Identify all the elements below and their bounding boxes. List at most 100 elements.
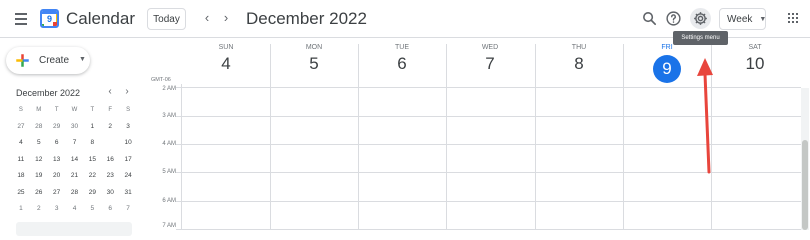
mini-day[interactable]: 20 <box>48 168 66 185</box>
main-menu-icon[interactable] <box>11 9 31 29</box>
mini-day[interactable]: 27 <box>12 119 30 136</box>
time-label: 6 AM <box>162 198 176 204</box>
mini-calendar-week: 11 12 13 14 15 16 17 <box>12 152 137 169</box>
mini-day[interactable]: 23 <box>101 168 119 185</box>
mini-day[interactable]: 5 <box>83 201 101 218</box>
mini-calendar-week: 25 26 27 28 29 30 31 <box>12 185 137 202</box>
mini-day[interactable]: 4 <box>12 135 30 152</box>
mini-day[interactable]: 2 <box>101 119 119 136</box>
mini-day[interactable]: 30 <box>66 119 84 136</box>
day-header-fri[interactable]: FRI <box>623 44 711 51</box>
mini-day[interactable]: 18 <box>12 168 30 185</box>
day-number: 5 <box>309 54 319 73</box>
day-dow: FRI <box>661 44 673 51</box>
mini-day[interactable]: 6 <box>101 201 119 218</box>
mini-day[interactable]: 28 <box>66 185 84 202</box>
mini-day[interactable]: 3 <box>48 201 66 218</box>
mini-day[interactable]: 14 <box>66 152 84 169</box>
mini-day[interactable]: 16 <box>101 152 119 169</box>
chevron-right-icon[interactable]: › <box>219 10 233 25</box>
search-people-field[interactable] <box>16 222 132 236</box>
mini-day[interactable]: 12 <box>30 152 48 169</box>
dow-label: S <box>18 107 23 113</box>
day-dow: SAT <box>748 44 762 51</box>
chevron-left-icon[interactable]: ‹ <box>105 86 115 97</box>
timezone-label: GMT-06 <box>151 77 171 83</box>
chevron-left-icon[interactable]: ‹ <box>200 10 214 25</box>
mini-day[interactable]: 7 <box>66 135 84 152</box>
caret-down-icon: ▼ <box>79 56 86 63</box>
mini-day[interactable]: 24 <box>119 168 137 185</box>
current-period: December 2022 <box>246 9 367 28</box>
plus-icon <box>16 54 29 67</box>
dow-label: W <box>71 107 78 113</box>
settings-icon <box>694 12 707 25</box>
day-header-mon[interactable]: MON 5 <box>270 44 358 74</box>
mini-day[interactable]: 6 <box>48 135 66 152</box>
mini-calendar: S M T W T F S 27 28 29 30 1 2 3 4 5 6 7 … <box>12 102 137 218</box>
mini-day[interactable]: 21 <box>66 168 84 185</box>
mini-day[interactable]: 1 <box>83 119 101 136</box>
mini-calendar-week: 4 5 6 7 8 9 10 <box>12 135 137 152</box>
day-number: 4 <box>221 54 231 73</box>
mini-day[interactable]: 30 <box>101 185 119 202</box>
day-dow: MON <box>305 44 323 51</box>
help-icon[interactable] <box>665 10 682 27</box>
mini-day[interactable]: 19 <box>30 168 48 185</box>
chevron-right-icon[interactable]: › <box>122 86 132 97</box>
mini-day[interactable]: 29 <box>48 119 66 136</box>
caret-down-icon: ▼ <box>759 15 767 23</box>
day-header-sat[interactable]: SAT 10 <box>711 44 799 74</box>
mini-day-today[interactable]: 9 <box>101 135 119 152</box>
mini-day[interactable]: 10 <box>119 135 137 152</box>
create-button[interactable]: Create ▼ <box>6 47 90 74</box>
time-label: 7 AM <box>162 223 176 229</box>
mini-day[interactable]: 3 <box>119 119 137 136</box>
apps-grid-icon[interactable] <box>788 13 798 23</box>
dow-label: F <box>108 107 113 113</box>
mini-day[interactable]: 8 <box>83 135 101 152</box>
mini-day[interactable]: 5 <box>30 135 48 152</box>
mini-day[interactable]: 27 <box>48 185 66 202</box>
settings-button[interactable] <box>690 8 711 29</box>
mini-day[interactable]: 26 <box>30 185 48 202</box>
calendar-logo[interactable]: 9 <box>40 9 59 28</box>
day-number: 6 <box>397 54 407 73</box>
mini-day[interactable]: 7 <box>119 201 137 218</box>
day-header-sun[interactable]: SUN 4 <box>182 44 270 74</box>
create-label: Create <box>39 55 70 66</box>
day-header-wed[interactable]: WED 7 <box>446 44 534 74</box>
settings-tooltip: Settings menu <box>673 31 728 45</box>
dow-label: M <box>36 107 42 113</box>
mini-day[interactable]: 31 <box>119 185 137 202</box>
mini-day[interactable]: 17 <box>119 152 137 169</box>
mini-day[interactable]: 2 <box>30 201 48 218</box>
mini-day[interactable]: 15 <box>83 152 101 169</box>
day-header-thu[interactable]: THU 8 <box>535 44 623 74</box>
mini-calendar-dow-row: S M T W T F S <box>12 102 137 119</box>
day-dow: SUN <box>218 44 234 51</box>
day-dow: THU <box>571 44 587 51</box>
search-icon[interactable] <box>641 10 658 27</box>
view-select-label: Week <box>727 13 753 25</box>
today-button[interactable]: Today <box>147 8 186 30</box>
mini-day[interactable]: 29 <box>83 185 101 202</box>
mini-day[interactable]: 1 <box>12 201 30 218</box>
mini-calendar-week: 27 28 29 30 1 2 3 <box>12 119 137 136</box>
time-label: 4 AM <box>162 141 176 147</box>
mini-day[interactable]: 4 <box>66 201 84 218</box>
app-title[interactable]: Calendar <box>66 9 135 29</box>
day-header-tue[interactable]: TUE 6 <box>358 44 446 74</box>
mini-calendar-title: December 2022 <box>16 88 81 98</box>
mini-day[interactable]: 11 <box>12 152 30 169</box>
mini-day[interactable]: 25 <box>12 185 30 202</box>
view-select[interactable]: Week ▼ <box>719 8 766 30</box>
today-date-badge[interactable]: 9 <box>653 55 681 83</box>
week-grid[interactable] <box>181 88 801 230</box>
mini-day[interactable]: 22 <box>83 168 101 185</box>
time-label: 3 AM <box>162 113 176 119</box>
mini-day[interactable]: 28 <box>30 119 48 136</box>
mini-day[interactable]: 13 <box>48 152 66 169</box>
scrollbar-thumb[interactable] <box>802 140 808 230</box>
mini-calendar-week: 18 19 20 21 22 23 24 <box>12 168 137 185</box>
